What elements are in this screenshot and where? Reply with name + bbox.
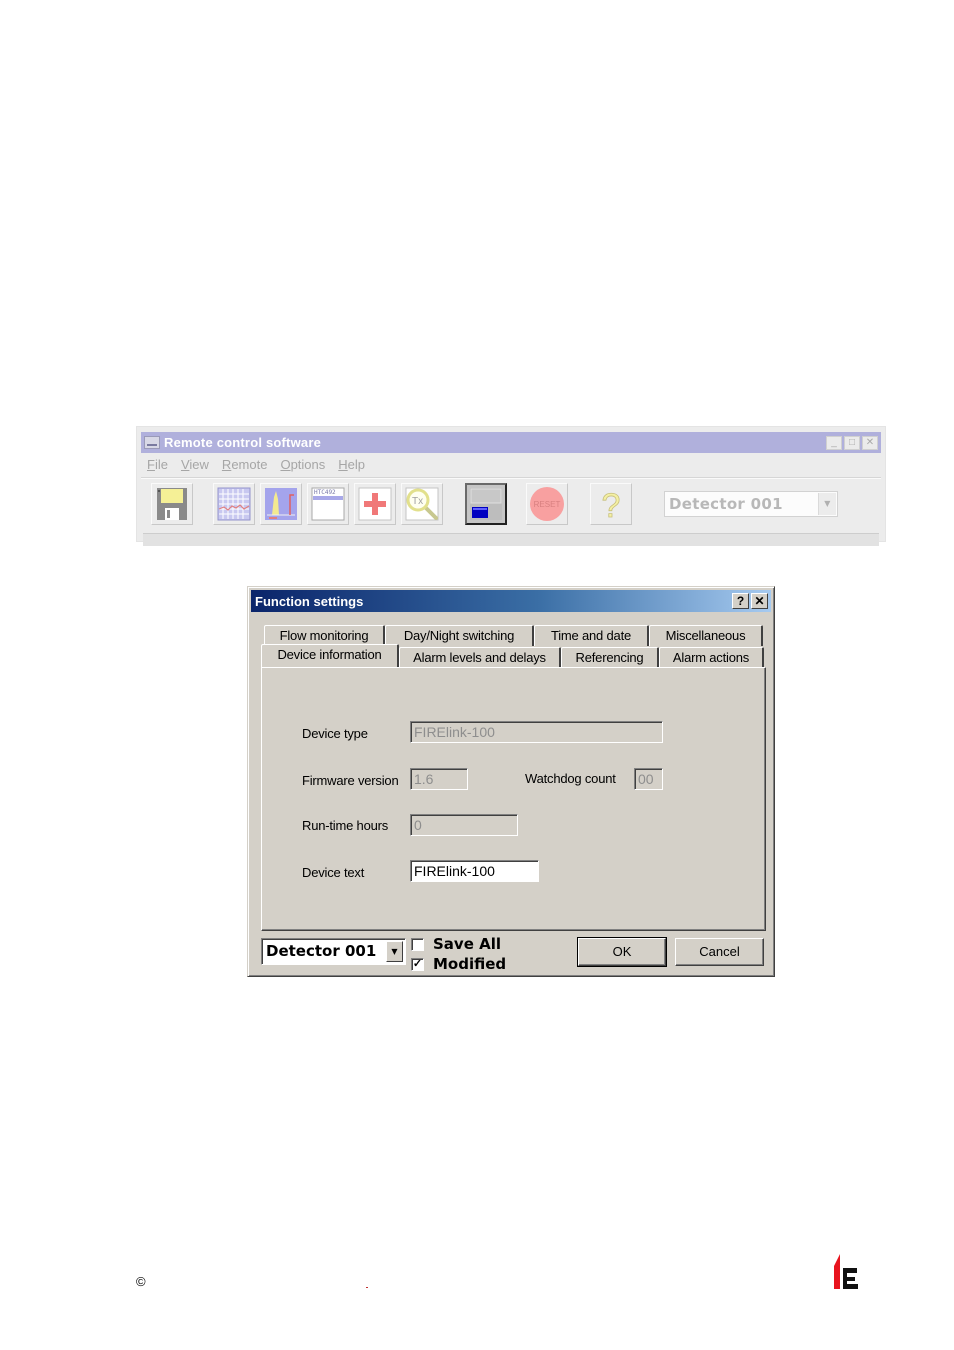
watchdog-count-field[interactable]: 00 — [634, 768, 663, 790]
firmware-version-label: Firmware version — [302, 773, 399, 788]
copyright-symbol: © — [136, 1274, 146, 1289]
checkmark-icon: ✓ — [412, 958, 423, 970]
minimize-button[interactable]: _ — [826, 435, 842, 450]
menu-help[interactable]: Help — [338, 457, 365, 472]
tab-device-information[interactable]: Device information — [261, 644, 399, 667]
function-settings-dialog: Function settings ? ✕ Flow monitoring Da… — [247, 586, 775, 977]
save-all-checkbox[interactable] — [411, 938, 424, 951]
dialog-title-bar[interactable]: Function settings ? ✕ — [251, 590, 771, 612]
menu-file[interactable]: File — [147, 457, 168, 472]
device-type-label: Device type — [302, 726, 368, 741]
histogram-button[interactable] — [260, 483, 302, 525]
menu-options-rest: ptions — [290, 457, 326, 472]
remote-device-select-value: Detector 001 — [669, 495, 783, 513]
tab-alarm-actions[interactable]: Alarm actions — [659, 647, 764, 668]
menu-file-rest: ile — [154, 457, 168, 472]
tab-day-night-switching[interactable]: Day/Night switching — [385, 625, 534, 646]
svg-text:Tx: Tx — [412, 496, 423, 507]
add-button[interactable] — [354, 483, 396, 525]
device-text-input[interactable]: FIRElink-100 — [410, 860, 539, 882]
menu-remote-rest: emote — [231, 457, 268, 472]
maximize-icon: □ — [848, 436, 856, 448]
minimize-icon: _ — [831, 436, 837, 448]
app-window-icon[interactable] — [144, 436, 160, 449]
status-bar — [143, 533, 879, 546]
device-text-label: Device text — [302, 865, 365, 880]
save-icon — [157, 488, 187, 520]
menu-view-rest: iew — [189, 457, 209, 472]
histogram-icon — [265, 488, 297, 520]
menu-options[interactable]: Options — [280, 457, 325, 472]
cancel-button[interactable]: Cancel — [675, 938, 764, 966]
remote-title-bar[interactable]: Remote control software _ □ ✕ — [141, 432, 881, 453]
maximize-button[interactable]: □ — [844, 435, 860, 450]
trend-graph-icon — [217, 487, 251, 521]
save-button[interactable] — [151, 483, 193, 525]
dialog-close-button[interactable]: ✕ — [751, 593, 768, 609]
tab-flow-monitoring[interactable]: Flow monitoring — [264, 625, 385, 646]
event-log-button[interactable]: HTC492 — [307, 483, 349, 525]
event-log-icon: HTC492 — [311, 487, 345, 521]
svg-text:HTC492: HTC492 — [314, 489, 336, 496]
modified-label: Modified — [433, 955, 507, 973]
menu-view[interactable]: View — [181, 457, 209, 472]
add-icon — [358, 487, 392, 521]
chevron-down-icon[interactable]: ▼ — [386, 941, 403, 962]
display-window-button[interactable] — [465, 483, 507, 525]
reset-button[interactable]: RESET — [526, 483, 568, 525]
device-type-field[interactable]: FIRElink-100 — [410, 721, 663, 743]
chevron-down-icon[interactable]: ▼ — [818, 493, 836, 515]
close-icon: ✕ — [754, 594, 765, 608]
menu-separator — [141, 477, 881, 479]
dialog-title: Function settings — [255, 593, 364, 609]
reset-icon: RESET — [530, 487, 564, 521]
tab-miscellaneous[interactable]: Miscellaneous — [649, 625, 763, 646]
toolbar: HTC492 Tx RESET ? Detector 001 ▼ — [137, 482, 885, 528]
remote-window-title: Remote control software — [164, 435, 322, 450]
tx-search-icon: Tx — [405, 487, 439, 521]
tab-referencing[interactable]: Referencing — [561, 647, 659, 668]
svg-text:RESET: RESET — [534, 500, 561, 509]
watchdog-count-label: Watchdog count — [525, 771, 616, 786]
remote-control-window: Remote control software _ □ ✕ File View … — [136, 426, 886, 546]
svg-text:?: ? — [602, 487, 621, 521]
firmware-version-field[interactable]: 1.6 — [410, 768, 468, 790]
context-help-button[interactable]: ? — [732, 593, 749, 609]
question-mark-icon: ? — [736, 594, 745, 608]
save-all-label: Save All — [433, 935, 501, 953]
help-icon: ? — [601, 487, 621, 521]
menu-remote[interactable]: Remote — [222, 457, 268, 472]
device-information-panel — [261, 667, 766, 931]
dialog-device-select-value: Detector 001 — [266, 942, 377, 960]
menu-bar: File View Remote Options Help — [147, 457, 365, 472]
tab-time-and-date[interactable]: Time and date — [534, 625, 649, 646]
runtime-hours-label: Run-time hours — [302, 818, 389, 833]
company-logo-icon — [834, 1254, 858, 1289]
remote-device-select[interactable]: Detector 001 ▼ — [664, 491, 838, 517]
footer-dot — [366, 1287, 368, 1288]
ok-button[interactable]: OK — [577, 937, 667, 967]
tx-search-button[interactable]: Tx — [401, 483, 443, 525]
menu-help-rest: elp — [347, 457, 366, 472]
close-icon: ✕ — [865, 436, 875, 448]
dialog-device-select[interactable]: Detector 001 ▼ — [261, 938, 406, 965]
runtime-hours-field[interactable]: 0 — [410, 814, 518, 836]
trend-graph-button[interactable] — [213, 483, 255, 525]
close-button[interactable]: ✕ — [862, 435, 878, 450]
tab-alarm-levels-and-delays[interactable]: Alarm levels and delays — [399, 647, 561, 668]
help-button[interactable]: ? — [590, 483, 632, 525]
modified-checkbox[interactable]: ✓ — [411, 958, 424, 971]
display-window-icon — [470, 488, 502, 520]
